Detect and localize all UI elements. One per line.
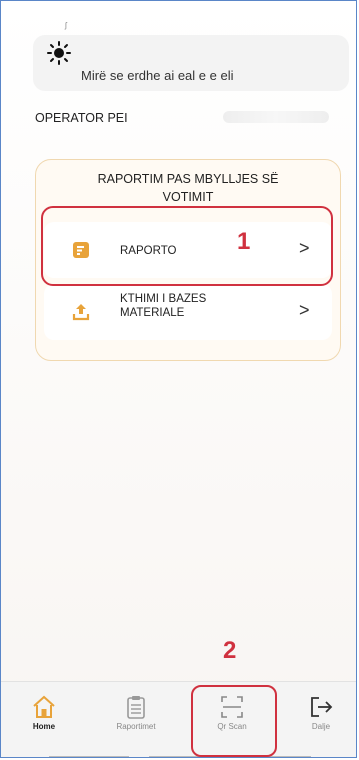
annotation-number-2: 2 bbox=[223, 637, 237, 664]
status-mark: ʃ bbox=[65, 21, 67, 30]
nav-home-label: Home bbox=[32, 722, 56, 731]
operator-label: OPERATOR PEI bbox=[35, 111, 128, 125]
sun-icon bbox=[47, 41, 71, 65]
nav-dalje[interactable]: Dalje bbox=[286, 688, 356, 731]
annotation-box-1 bbox=[41, 206, 333, 286]
home-indicator bbox=[1, 756, 356, 757]
chevron-right-icon: > bbox=[299, 300, 310, 320]
annotation-number-1: 1 bbox=[237, 228, 251, 255]
kthimi-label: KTHIMI I BAZES MATERIALE bbox=[120, 293, 207, 319]
clipboard-icon bbox=[127, 696, 145, 719]
kthimi-row[interactable]: KTHIMI I BAZES MATERIALE > bbox=[44, 284, 332, 340]
logout-icon bbox=[311, 697, 333, 717]
status-bar bbox=[1, 1, 356, 21]
annotation-box-2 bbox=[191, 685, 277, 757]
welcome-card: Mirë se erdhe ai eal e e eli bbox=[33, 35, 349, 91]
home-icon bbox=[33, 695, 55, 718]
app-screen: ʃ Mirë se erdhe ai eal e e eli OPERATOR … bbox=[0, 0, 357, 758]
nav-home[interactable]: Home bbox=[9, 688, 79, 731]
nav-raportimet[interactable]: Raportimet bbox=[101, 688, 171, 731]
nav-raportimet-label: Raportimet bbox=[116, 722, 156, 731]
bottom-nav: Home Raportimet Qr Scan Dalje bbox=[1, 681, 356, 757]
welcome-text: Mirë se erdhe ai eal e e eli bbox=[81, 68, 234, 83]
upload-icon bbox=[72, 304, 90, 321]
nav-dalje-label: Dalje bbox=[311, 722, 331, 731]
operator-name-redacted bbox=[223, 111, 329, 123]
report-card-title: RAPORTIM PAS MBYLLJES SË VOTIMIT bbox=[97, 172, 279, 204]
